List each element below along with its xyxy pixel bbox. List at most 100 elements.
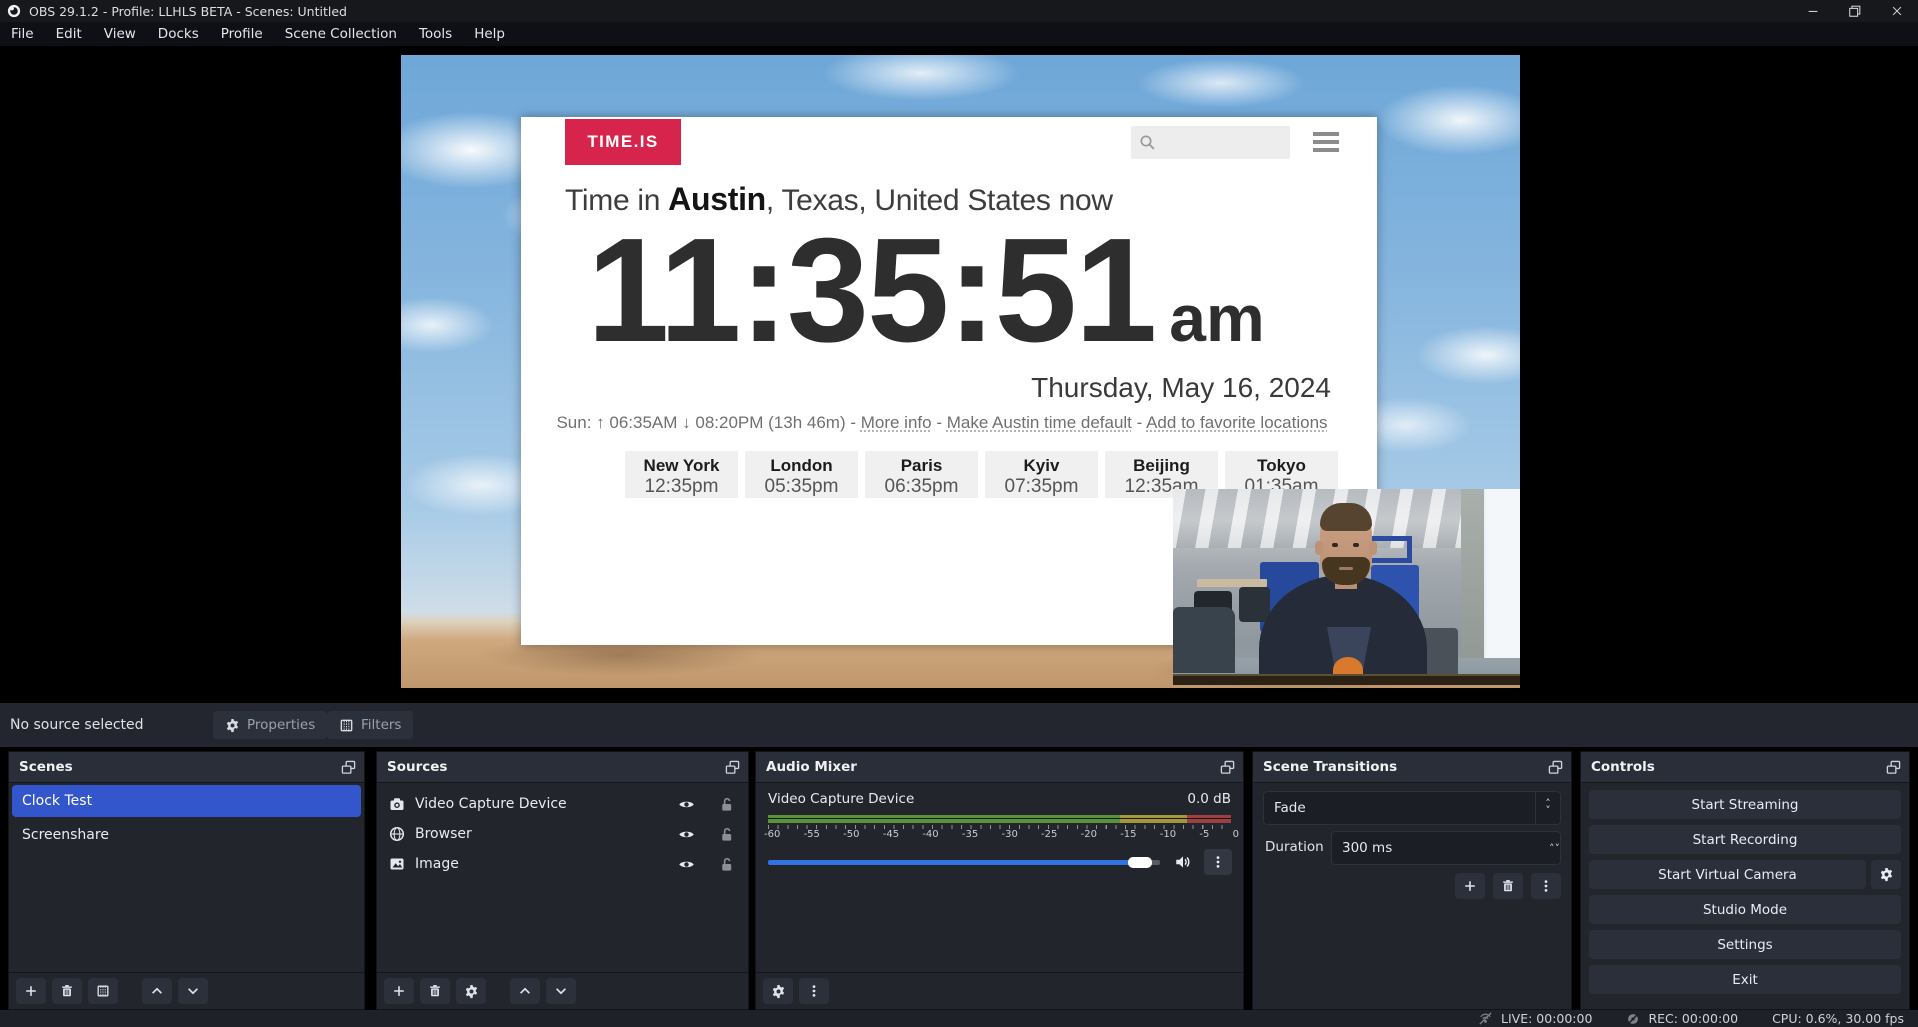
scene-item-clock-test[interactable]: Clock Test <box>12 785 361 817</box>
city-clock-paris[interactable]: Paris06:35pm <box>865 451 978 498</box>
start-streaming-button[interactable]: Start Streaming <box>1589 790 1901 819</box>
sources-header[interactable]: Sources <box>377 752 748 783</box>
select-spinner[interactable]: ˄˅ <box>1535 792 1560 824</box>
volume-slider-handle[interactable] <box>1128 857 1152 868</box>
sources-dock: Sources Video Capture Device Browser <box>376 751 749 1010</box>
popout-icon[interactable] <box>1220 760 1235 775</box>
popout-icon[interactable] <box>725 760 740 775</box>
speaker-icon[interactable] <box>1174 853 1192 871</box>
remove-scene-button[interactable] <box>52 978 82 1004</box>
camera-icon <box>389 796 405 812</box>
add-source-button[interactable] <box>384 978 414 1004</box>
city-clock-newyork[interactable]: New York12:35pm <box>625 451 738 498</box>
controls-header[interactable]: Controls <box>1581 752 1909 783</box>
menu-file[interactable]: File <box>0 24 45 44</box>
unlock-icon[interactable] <box>719 857 734 872</box>
popout-icon[interactable] <box>1886 760 1901 775</box>
image-icon <box>389 856 405 872</box>
make-default-link[interactable]: Make Austin time default <box>947 413 1132 432</box>
menu-view[interactable]: View <box>93 24 147 44</box>
add-transition-button[interactable] <box>1455 873 1485 899</box>
popout-icon[interactable] <box>1548 760 1563 775</box>
source-item-video-capture[interactable]: Video Capture Device <box>377 789 748 819</box>
hamburger-menu-icon[interactable] <box>1313 132 1339 156</box>
start-virtual-camera-button[interactable]: Start Virtual Camera <box>1589 860 1866 889</box>
city-name: London <box>745 456 858 476</box>
transition-select[interactable]: Fade ˄˅ <box>1263 791 1561 825</box>
visibility-eye-icon[interactable] <box>678 856 695 873</box>
virtual-camera-settings-button[interactable] <box>1871 860 1901 889</box>
scene-transitions-header[interactable]: Scene Transitions <box>1253 752 1571 783</box>
scene-filters-button[interactable] <box>88 978 118 1004</box>
add-scene-button[interactable] <box>16 978 46 1004</box>
transition-value: Fade <box>1264 800 1535 816</box>
duration-spinner[interactable]: ˄˅ <box>1549 840 1560 856</box>
remove-source-button[interactable] <box>420 978 450 1004</box>
city-name: Kyiv <box>985 456 1098 476</box>
popout-icon[interactable] <box>341 760 356 775</box>
exit-button[interactable]: Exit <box>1589 965 1901 994</box>
move-scene-down-button[interactable] <box>178 978 208 1004</box>
obs-window: OBS 29.1.2 - Profile: LLHLS BETA - Scene… <box>0 0 1918 1027</box>
clock-meridiem: am <box>1169 280 1264 356</box>
preview-area[interactable]: TIME.IS Time in Austin, Texas, United St… <box>0 46 1918 703</box>
advanced-audio-gear-button[interactable] <box>763 978 793 1004</box>
add-favorite-link[interactable]: Add to favorite locations <box>1146 413 1327 432</box>
globe-icon <box>389 826 405 842</box>
city-clock-london[interactable]: London05:35pm <box>745 451 858 498</box>
unlock-icon[interactable] <box>719 797 734 812</box>
city-time: 12:35pm <box>625 476 738 498</box>
filters-button[interactable]: Filters <box>327 711 413 739</box>
maximize-restore-button[interactable] <box>1834 0 1876 22</box>
duration-spinbox[interactable]: 300 ms ˄˅ <box>1331 831 1561 865</box>
properties-label: Properties <box>247 717 315 733</box>
move-source-up-button[interactable] <box>510 978 540 1004</box>
window-title: OBS 29.1.2 - Profile: LLHLS BETA - Scene… <box>29 4 347 19</box>
visibility-eye-icon[interactable] <box>678 796 695 813</box>
search-input[interactable] <box>1131 126 1290 159</box>
unlock-icon[interactable] <box>719 827 734 842</box>
source-properties-button[interactable] <box>456 978 486 1004</box>
transition-menu-kebab-button[interactable] <box>1531 873 1561 899</box>
menu-scene-collection[interactable]: Scene Collection <box>274 24 408 44</box>
foreground-chair <box>1173 607 1235 674</box>
separator: - <box>846 413 861 432</box>
audio-mixer-header[interactable]: Audio Mixer <box>756 752 1243 783</box>
studio-mode-button[interactable]: Studio Mode <box>1589 895 1901 924</box>
menu-docks[interactable]: Docks <box>147 24 210 44</box>
minimize-button[interactable] <box>1792 0 1834 22</box>
city-clock-kyiv[interactable]: Kyiv07:35pm <box>985 451 1098 498</box>
channel-level-db: 0.0 dB <box>1187 791 1231 807</box>
window-controls <box>1792 0 1918 22</box>
remove-transition-button[interactable] <box>1493 873 1523 899</box>
mixer-menu-kebab-button[interactable] <box>799 978 829 1004</box>
properties-button[interactable]: Properties <box>213 711 327 739</box>
program-canvas[interactable]: TIME.IS Time in Austin, Texas, United St… <box>401 55 1520 688</box>
clock-display: 11:35:51 am <box>587 213 1265 368</box>
close-button[interactable] <box>1876 0 1918 22</box>
menu-edit[interactable]: Edit <box>45 24 93 44</box>
menu-profile[interactable]: Profile <box>210 24 274 44</box>
person-eye <box>1353 543 1359 547</box>
scenes-header[interactable]: Scenes <box>9 752 364 783</box>
controls-title: Controls <box>1591 759 1886 775</box>
menu-help[interactable]: Help <box>463 24 516 44</box>
source-item-image[interactable]: Image <box>377 849 748 879</box>
source-item-browser[interactable]: Browser <box>377 819 748 849</box>
city-name: Tokyo <box>1225 456 1338 476</box>
person-ear <box>1369 541 1377 555</box>
channel-menu-kebab-button[interactable] <box>1204 849 1232 875</box>
move-source-down-button[interactable] <box>546 978 576 1004</box>
start-recording-button[interactable]: Start Recording <box>1589 825 1901 854</box>
timeis-logo[interactable]: TIME.IS <box>565 119 681 165</box>
scene-item-screenshare[interactable]: Screenshare <box>12 819 361 851</box>
settings-button[interactable]: Settings <box>1589 930 1901 959</box>
date-display: Thursday, May 16, 2024 <box>1031 372 1331 404</box>
move-scene-up-button[interactable] <box>142 978 172 1004</box>
source-status-text: No source selected <box>10 717 144 733</box>
visibility-eye-icon[interactable] <box>678 826 695 843</box>
volume-slider[interactable] <box>768 860 1160 865</box>
more-info-link[interactable]: More info <box>861 413 932 432</box>
menu-tools[interactable]: Tools <box>408 24 463 44</box>
office-chair <box>1239 587 1270 622</box>
